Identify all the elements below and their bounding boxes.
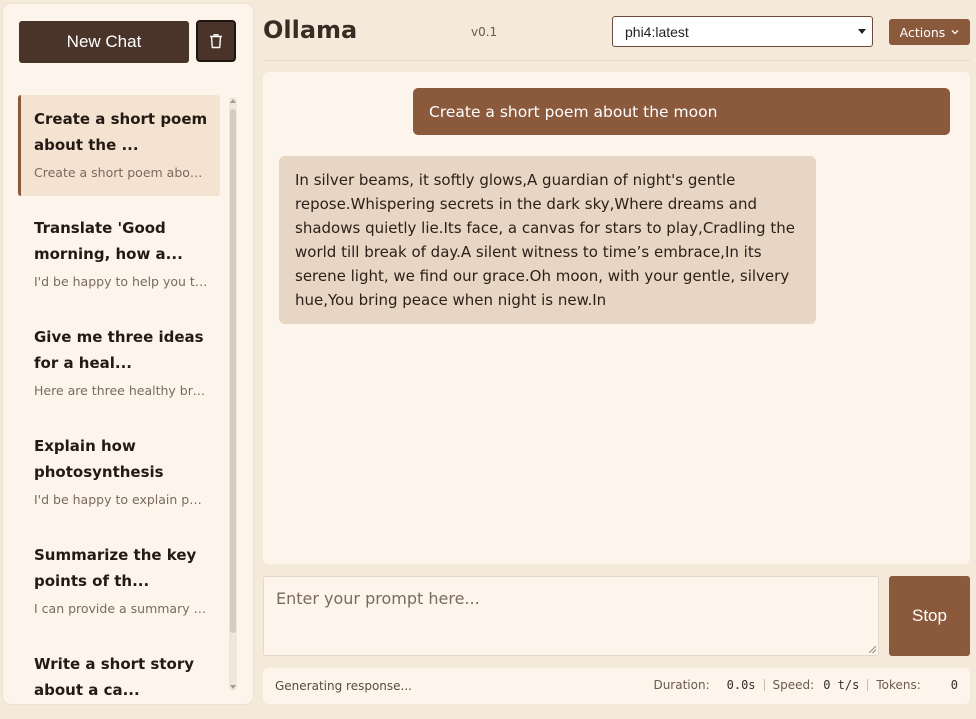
- resize-handle-icon[interactable]: [869, 646, 876, 653]
- chat-history-preview: I can provide a summary of the key point…: [34, 601, 208, 616]
- chat-history-title: Translate 'Good morning, how a...: [34, 219, 183, 263]
- speed-label: Speed:: [772, 678, 815, 692]
- version-label: v0.1: [471, 25, 498, 39]
- chat-history-title: Give me three ideas for a heal...: [34, 328, 204, 372]
- user-message: Create a short poem about the moon: [413, 88, 950, 135]
- chevron-down-icon: [951, 30, 959, 35]
- stop-button[interactable]: Stop: [889, 576, 970, 656]
- chat-history-item[interactable]: Summarize the key points of th... I can …: [18, 531, 220, 632]
- duration-value: 0.0s: [726, 678, 756, 692]
- sidebar-scrollbar[interactable]: [229, 97, 237, 691]
- speed-value: 0 t/s: [823, 678, 860, 692]
- divider: [763, 679, 765, 691]
- prompt-input[interactable]: Enter your prompt here...: [263, 576, 879, 656]
- chat-history-preview: Here are three healthy breakfast ideas: [34, 383, 208, 398]
- tokens-value: 0: [950, 678, 958, 692]
- app-title: Ollama: [263, 16, 358, 44]
- chat-history-item[interactable]: Write a short story about a ca...: [18, 640, 220, 695]
- chat-history-item[interactable]: Explain how photosynthesis wor... I'd be…: [18, 422, 220, 523]
- status-text: Generating response...: [275, 679, 412, 693]
- chat-area: Create a short poem about the moon In si…: [263, 72, 970, 564]
- chat-history-preview: I'd be happy to help you translate: [34, 274, 208, 289]
- chat-history-item[interactable]: Translate 'Good morning, how a... I'd be…: [18, 204, 220, 305]
- assistant-message: In silver beams, it softly glows,A guard…: [279, 156, 816, 324]
- model-select-value: phi4:latest: [625, 23, 689, 40]
- tokens-label: Tokens:: [876, 678, 921, 692]
- status-bar: Generating response... Duration: 0.0s Sp…: [263, 668, 970, 704]
- header-divider: [263, 60, 970, 61]
- stats: Duration: 0.0s Speed: 0 t/s Tokens: 0: [653, 678, 958, 692]
- chat-history-preview: I'd be happy to explain photosynthesis: [34, 492, 208, 507]
- chat-history-title: Explain how photosynthesis wor...: [34, 437, 164, 481]
- chat-history-list: Create a short poem about the ... Create…: [18, 95, 220, 695]
- prompt-placeholder: Enter your prompt here...: [276, 589, 480, 608]
- actions-label: Actions: [899, 24, 946, 40]
- actions-button[interactable]: Actions: [889, 19, 970, 45]
- chat-history-title: Create a short poem about the ...: [34, 110, 208, 154]
- trash-icon: [210, 34, 222, 49]
- scrollbar-thumb[interactable]: [230, 109, 236, 633]
- divider: [867, 679, 869, 691]
- chat-history-item[interactable]: Create a short poem about the ... Create…: [18, 95, 220, 196]
- assistant-message-text: In silver beams, it softly glows,A guard…: [295, 171, 795, 309]
- chat-history-title: Write a short story about a ca...: [34, 655, 195, 695]
- chat-history-title: Summarize the key points of th...: [34, 546, 197, 590]
- scroll-up-arrow-icon[interactable]: [230, 99, 236, 103]
- user-message-text: Create a short poem about the moon: [429, 102, 718, 121]
- chevron-down-icon: [858, 29, 866, 34]
- model-select[interactable]: phi4:latest: [612, 16, 873, 47]
- sidebar: New Chat Create a short poem about the .…: [3, 4, 253, 704]
- chat-history-item[interactable]: Give me three ideas for a heal... Here a…: [18, 313, 220, 414]
- scroll-down-arrow-icon[interactable]: [230, 685, 236, 689]
- chat-history-preview: Create a short poem about the moon: [34, 165, 208, 180]
- delete-chat-button[interactable]: [196, 20, 236, 62]
- duration-label: Duration:: [653, 678, 710, 692]
- new-chat-button[interactable]: New Chat: [19, 21, 189, 63]
